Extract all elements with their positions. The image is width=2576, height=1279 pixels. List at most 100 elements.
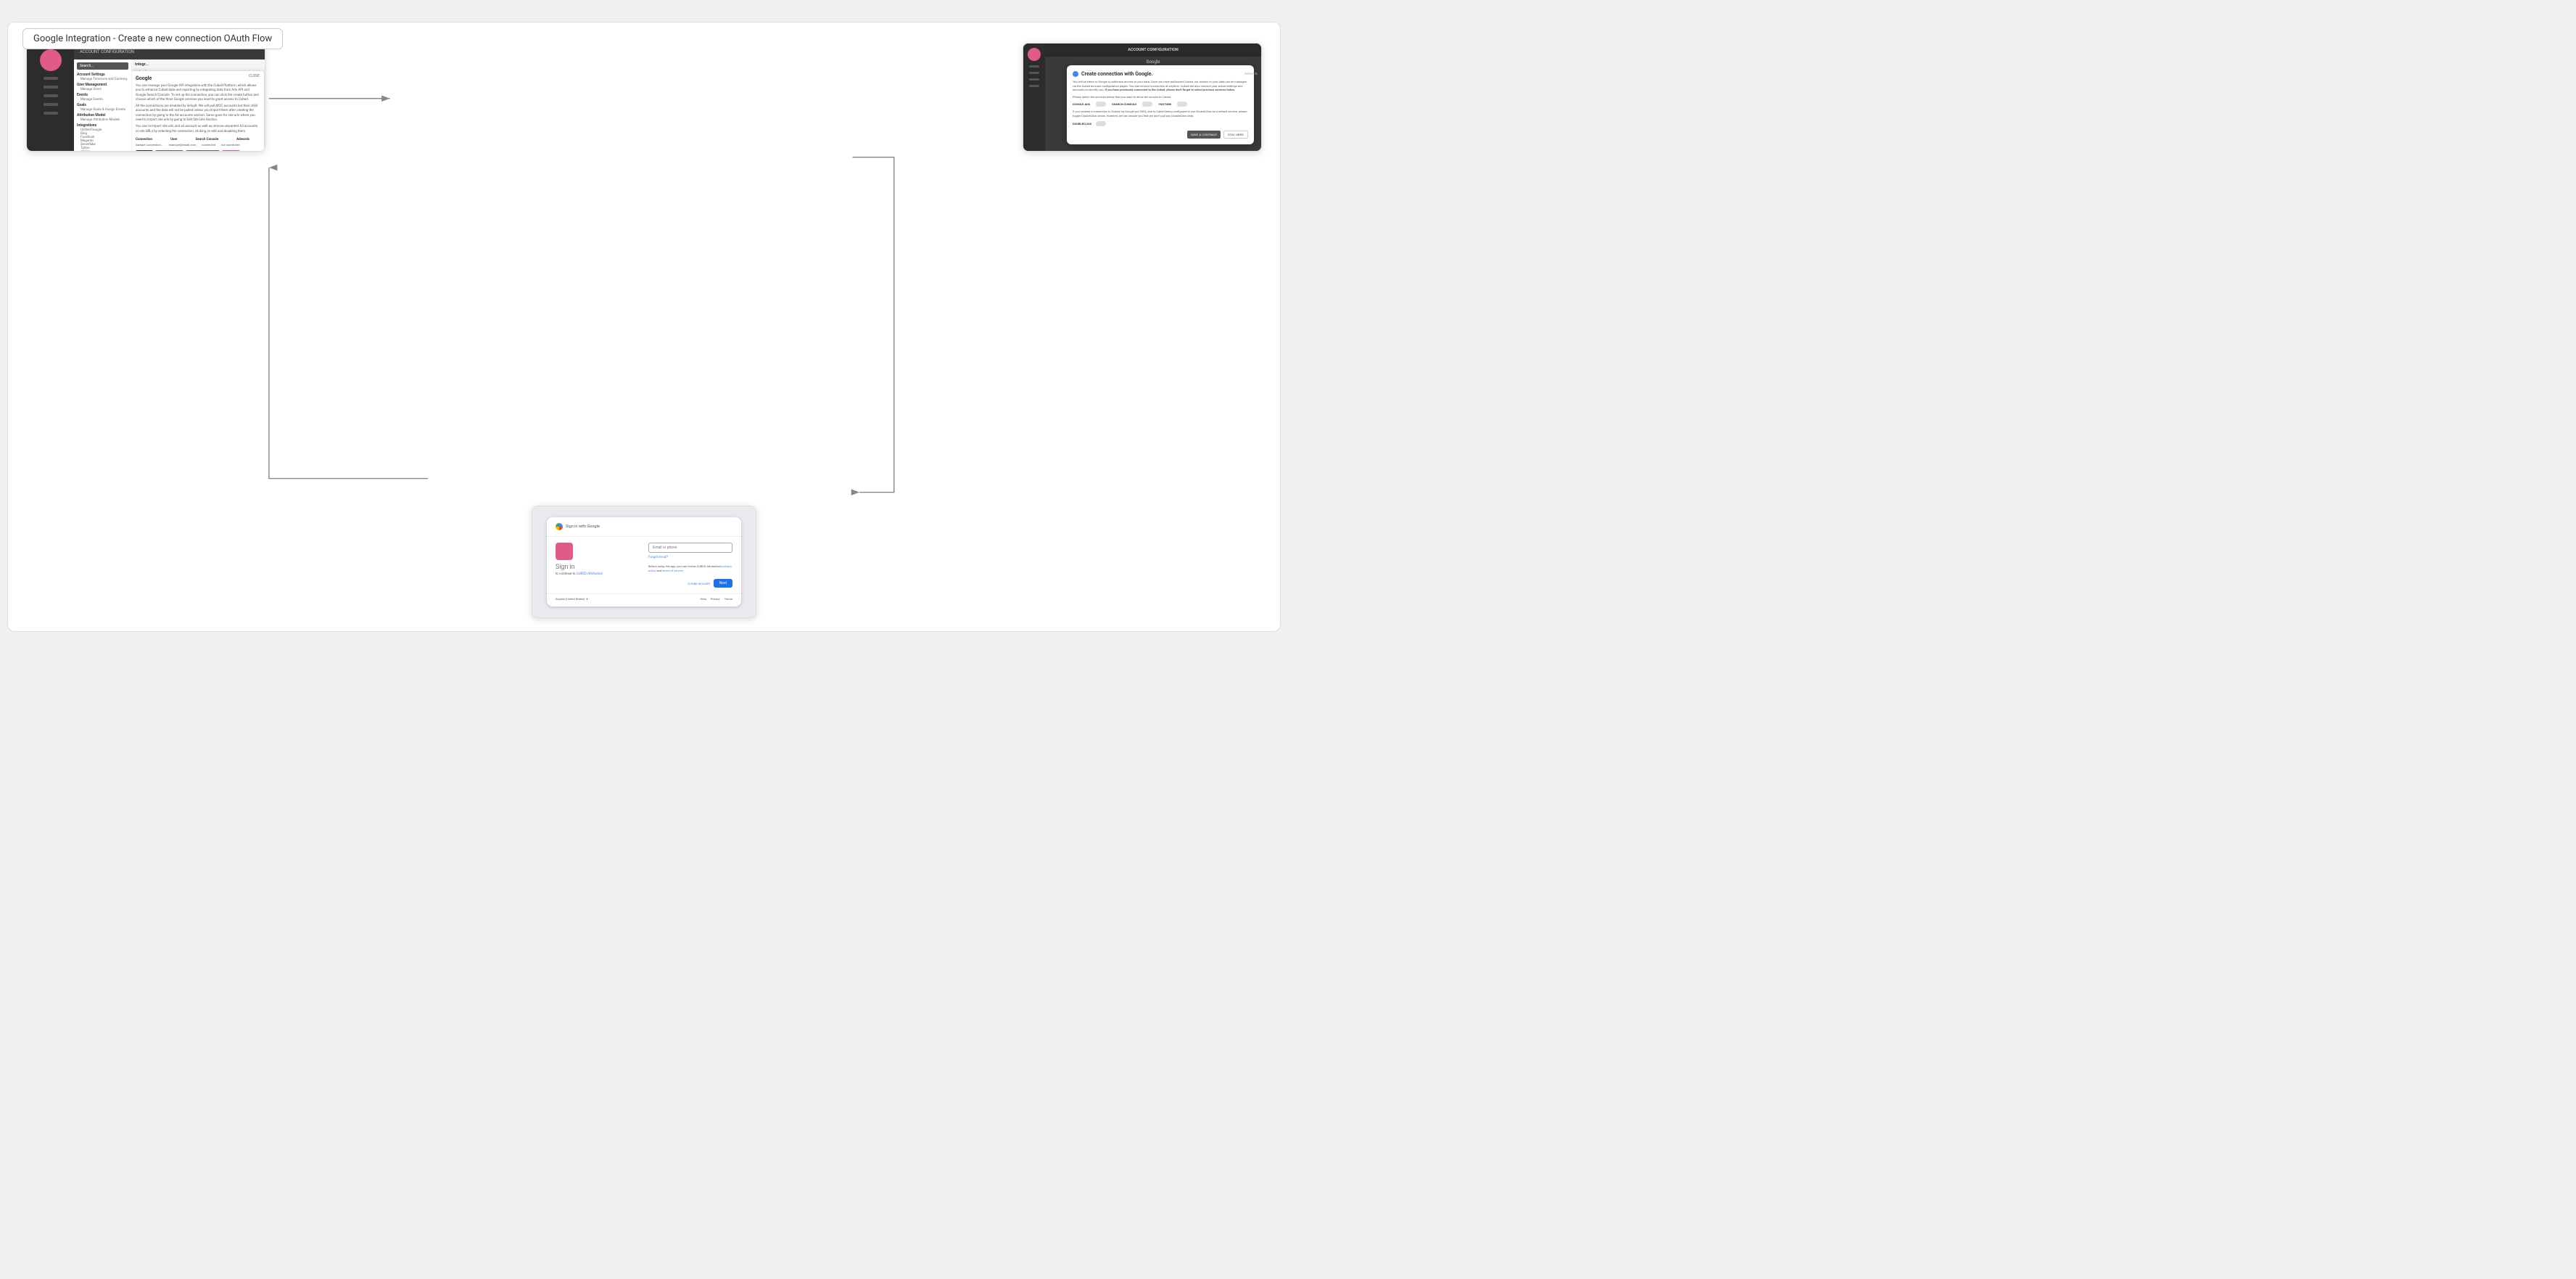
cc-doubleclick-row: DOUBLECLICK bbox=[1073, 121, 1248, 126]
footer-help-link[interactable]: Help bbox=[701, 597, 706, 601]
nav-account-settings-title: Account Settings bbox=[77, 73, 128, 77]
app-sidebar bbox=[27, 44, 74, 151]
google-logo-row: Sign in with Google bbox=[556, 523, 732, 530]
google-info-modal: CLOSE Google You can manage your Google … bbox=[132, 70, 265, 151]
signin-header-label: Sign in with Google bbox=[566, 525, 600, 529]
create-button[interactable]: CREATE bbox=[136, 150, 153, 151]
cc-doubleclick-para: If you created a connection to Cubed via… bbox=[1073, 110, 1248, 118]
nav-goals-title: Goals bbox=[77, 103, 128, 107]
footer-links: Help Privacy Terms bbox=[701, 597, 732, 601]
signin-footer: English (United States) ▾ Help Privacy T… bbox=[547, 593, 741, 604]
create-account-button[interactable]: Create account bbox=[688, 579, 710, 588]
nav-events: Events Manage Events bbox=[77, 93, 128, 102]
signin-right: Forgot email? Before using this app, you… bbox=[648, 543, 732, 588]
nav-integrations: Integrations Unified Google Bing Faceboo… bbox=[77, 123, 128, 151]
nav-attribution-title: Attribution Model bbox=[77, 113, 128, 118]
adwords-label: Adwords bbox=[1244, 73, 1258, 76]
service-youtube-label: YOUTUBE bbox=[1158, 102, 1171, 106]
row-user: example@email.com bbox=[169, 143, 196, 147]
cc-google-icon bbox=[1073, 71, 1078, 77]
nav-events-title: Events bbox=[77, 93, 128, 97]
doubleclick-toggle[interactable] bbox=[1096, 121, 1106, 126]
footer-terms-link[interactable]: Terms bbox=[724, 597, 732, 601]
nav-esales: eSales bbox=[77, 150, 128, 151]
screenshot2-sidebar bbox=[1023, 44, 1045, 151]
sidebar-icon-3 bbox=[44, 94, 58, 97]
modal-para1: You can manage your Google API integrati… bbox=[136, 84, 260, 102]
create-connection-modal: Create connection with Google. You will … bbox=[1067, 65, 1254, 144]
modal-para3: You can re-import site urls and ad accou… bbox=[136, 125, 260, 134]
nav-timezone: Manage Timezone and Currency bbox=[77, 78, 128, 81]
service-google-ads-label: GOOGLE ADS bbox=[1073, 102, 1090, 106]
col-search-console: Search Console bbox=[195, 138, 218, 141]
col-user: User bbox=[170, 138, 177, 141]
row-adwords: not connected bbox=[221, 143, 239, 147]
screenshot-3: Sign in with Google Sign in to continue … bbox=[532, 506, 756, 618]
nav-attribution: Attribution Model Manage Attribution Mod… bbox=[77, 113, 128, 122]
modal-title: Google bbox=[136, 75, 260, 81]
stay-here-button[interactable]: STAY HERE bbox=[1223, 131, 1248, 139]
title-text: Google Integration - Create a new connec… bbox=[33, 33, 272, 44]
screenshot2-topbar: ACCOUNT CONFIGURATION bbox=[1045, 44, 1261, 57]
cc-modal-title: Create connection with Google. bbox=[1073, 71, 1248, 77]
cc-services: GOOGLE ADS SEARCH CONSOLE YOUTUBE bbox=[1073, 102, 1248, 107]
cubed-logo bbox=[556, 543, 573, 560]
modal-close-button[interactable]: CLOSE bbox=[249, 74, 260, 78]
app-main: ACCOUNT CONFIGURATION Search... Account … bbox=[74, 44, 265, 151]
edit-ad-accounts-button[interactable]: EDIT AD ACCOUNTS bbox=[186, 150, 220, 151]
main-container: Google Integration - Create a new connec… bbox=[7, 22, 1281, 632]
title-bar: Google Integration - Create a new connec… bbox=[22, 28, 283, 49]
screenshot-1: ACCOUNT CONFIGURATION Search... Account … bbox=[26, 43, 265, 152]
nav-attribution-models: Manage Attribution Models bbox=[77, 118, 128, 122]
sidebar-icon-5 bbox=[44, 112, 58, 115]
signin-body: Sign in to continue to CUBED Attribution… bbox=[547, 537, 741, 593]
sidebar-icon-1 bbox=[44, 77, 58, 80]
language-chevron: ▾ bbox=[587, 597, 588, 601]
google-ads-toggle[interactable] bbox=[1096, 102, 1106, 107]
youtube-toggle[interactable] bbox=[1177, 102, 1187, 107]
privacy-text: Before using this app, you can review CU… bbox=[648, 564, 732, 572]
cc-modal-buttons: SAVE & CONTINUE STAY HERE bbox=[1073, 131, 1248, 139]
signin-subtitle: to continue to CUBED Attribution bbox=[556, 572, 640, 576]
signin-header: Sign in with Google bbox=[547, 517, 741, 537]
forgot-email-link[interactable]: Forgot email? bbox=[648, 556, 732, 559]
cc-para1: You will be taken to Google to authorize… bbox=[1073, 80, 1248, 92]
footer-privacy-link[interactable]: Privacy bbox=[711, 597, 720, 601]
doubleclick-label: DOUBLECLICK bbox=[1073, 122, 1091, 126]
signin-left: Sign in to continue to CUBED Attribution bbox=[556, 543, 640, 588]
screenshot-2: ACCOUNT CONFIGURATION Google Create conn… bbox=[1023, 43, 1262, 152]
modal-table-header: Connection User Search Console Adwords bbox=[136, 138, 260, 141]
nav-goals: Goals Manage Goals & Assign Events bbox=[77, 103, 128, 112]
sidebar-icons bbox=[27, 77, 74, 115]
signin-title: Sign in bbox=[556, 564, 640, 571]
col-connection: Connection bbox=[136, 138, 152, 141]
row-connection: Sample Connection... bbox=[136, 143, 163, 147]
nav-user-mgmt-title: User Management bbox=[77, 83, 128, 87]
remove-button[interactable]: REMOVE bbox=[222, 150, 240, 151]
nav-account-settings: Account Settings Manage Timezone and Cur… bbox=[77, 73, 128, 81]
terms-of-service-link[interactable]: terms of service bbox=[662, 569, 683, 572]
next-button[interactable]: Next bbox=[714, 579, 732, 588]
cubed-attribution-link[interactable]: CUBED Attribution bbox=[577, 572, 603, 576]
language-selector[interactable]: English (United States) ▾ bbox=[556, 597, 588, 601]
nav-manage-users: Manage Users bbox=[77, 88, 128, 91]
sidebar-icon-4 bbox=[44, 103, 58, 106]
screenshot2-topbar-text: ACCOUNT CONFIGURATION bbox=[1051, 48, 1255, 52]
modal-para2: All the connections are disabled by defa… bbox=[136, 104, 260, 123]
edit-site-urls-button[interactable]: EDIT SITE URLS bbox=[155, 150, 183, 151]
signin-container: Sign in with Google Sign in to continue … bbox=[547, 517, 741, 606]
screenshot2-main: ACCOUNT CONFIGURATION Google Create conn… bbox=[1045, 44, 1261, 151]
search-console-toggle[interactable] bbox=[1142, 102, 1152, 107]
signin-actions: Create account Next bbox=[648, 579, 732, 588]
nav-manage-events: Manage Events bbox=[77, 98, 128, 102]
language-label: English (United States) bbox=[556, 597, 585, 601]
col-adwords: Adwords bbox=[236, 138, 249, 141]
topbar-text: ACCOUNT CONFIGURATION bbox=[80, 49, 134, 54]
save-continue-button[interactable]: SAVE & CONTINUE bbox=[1187, 131, 1221, 139]
email-phone-input[interactable] bbox=[648, 543, 732, 553]
row-search-console: connected bbox=[202, 143, 215, 147]
sidebar-icon-2 bbox=[44, 86, 58, 89]
cc-para2: Please select the services below that yo… bbox=[1073, 95, 1248, 99]
nav-manage-goals: Manage Goals & Assign Events bbox=[77, 108, 128, 112]
google-g-logo bbox=[556, 523, 563, 530]
